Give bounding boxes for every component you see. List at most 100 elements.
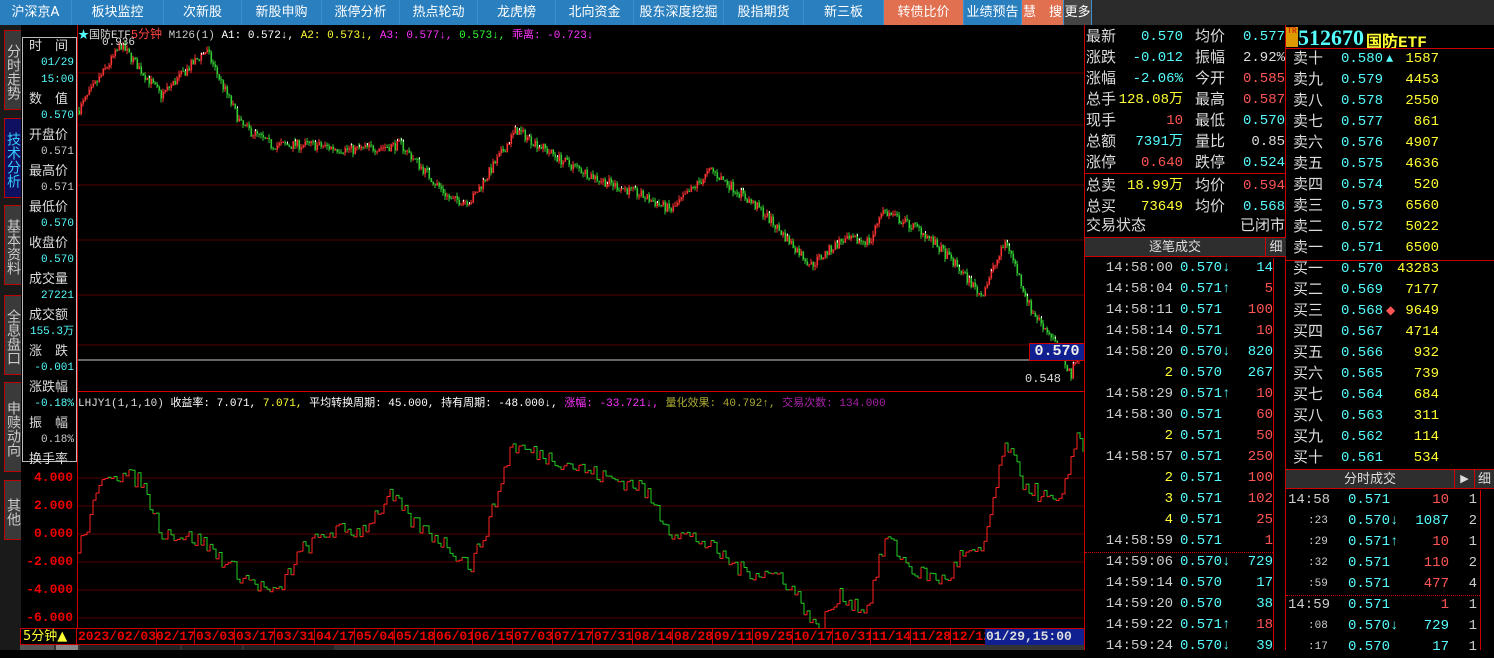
candle xyxy=(341,153,343,154)
indicator-segment xyxy=(669,535,672,539)
book-volume: 114 xyxy=(1414,427,1439,448)
book-price[interactable]: 0.564 xyxy=(1341,385,1383,406)
info-value: 0.570 xyxy=(23,216,76,233)
minute-price: 0.571 xyxy=(1348,574,1390,595)
book-price[interactable]: 0.569 xyxy=(1341,280,1383,301)
tick-scrollbar[interactable] xyxy=(1273,258,1286,650)
indicator-segment xyxy=(555,466,558,467)
candle xyxy=(839,239,841,248)
book-price[interactable]: 0.567 xyxy=(1341,322,1383,343)
book-price[interactable]: 0.571 xyxy=(1341,238,1383,259)
date-tick: 09/25 xyxy=(753,629,793,645)
book-price[interactable]: 0.562 xyxy=(1341,427,1383,448)
book-price[interactable]: 0.574 xyxy=(1341,175,1383,196)
detail-button[interactable]: 细 xyxy=(1474,469,1494,489)
candle xyxy=(131,53,133,62)
left-tab[interactable]: 其他 xyxy=(4,480,21,540)
minute-price: 0.570 xyxy=(1348,637,1390,658)
left-tab[interactable]: 分时走势 xyxy=(4,30,21,110)
book-price[interactable]: 0.577 xyxy=(1341,112,1383,133)
nav-tab[interactable]: 新股申购 xyxy=(242,0,322,25)
nav-tab[interactable]: 转债比价 xyxy=(884,0,964,25)
ma-mark xyxy=(403,140,404,142)
candle xyxy=(311,141,313,143)
candle xyxy=(889,213,891,216)
nav-tab[interactable]: 北向资金 xyxy=(556,0,634,25)
nav-tab[interactable]: 沪深京A xyxy=(0,0,72,25)
indicator-segment xyxy=(342,524,345,533)
candle xyxy=(1035,313,1037,317)
ma-mark xyxy=(925,231,926,233)
candle xyxy=(705,174,707,179)
left-tab[interactable]: 申赎动向 xyxy=(4,382,21,472)
candle xyxy=(439,183,441,187)
candle xyxy=(1039,318,1041,320)
left-tab[interactable]: 全息盘口 xyxy=(4,295,21,375)
book-price[interactable]: 0.561 xyxy=(1341,448,1383,469)
nav-tab[interactable]: 热点轮动 xyxy=(400,0,478,25)
nav-tab[interactable]: 板块监控 xyxy=(72,0,164,25)
book-price[interactable]: 0.576 xyxy=(1341,133,1383,154)
ma-mark xyxy=(607,182,608,184)
period-selector[interactable]: 5分钟▲ xyxy=(20,628,77,645)
book-price[interactable]: 0.563 xyxy=(1341,406,1383,427)
book-price[interactable]: 0.575 xyxy=(1341,154,1383,175)
candle xyxy=(527,137,529,140)
book-price[interactable]: 0.580 xyxy=(1341,49,1383,70)
book-volume: 4907 xyxy=(1405,133,1439,154)
nav-tab[interactable]: 龙虎榜 xyxy=(478,0,556,25)
nav-tab[interactable]: 更多 xyxy=(1064,0,1092,25)
tick-panel-title[interactable]: 逐笔成交 xyxy=(1085,237,1265,257)
chart-canvas[interactable] xyxy=(78,25,1084,628)
book-price[interactable]: 0.570 xyxy=(1341,259,1383,280)
book-price[interactable]: 0.566 xyxy=(1341,343,1383,364)
candle xyxy=(331,147,333,149)
nav-tab[interactable]: 新三板 xyxy=(804,0,884,25)
book-price[interactable]: 0.573 xyxy=(1341,196,1383,217)
tick-volume: 729 xyxy=(1248,552,1273,573)
nav-tab[interactable]: 股指期货 xyxy=(724,0,804,25)
quote-value: 0.585 xyxy=(1243,69,1285,90)
kline-chart[interactable]: ★国防ETF5分钟 M126(1) A1: 0.572↓, A2: 0.573↓… xyxy=(77,25,1085,645)
quote-label: 今开 xyxy=(1195,69,1225,90)
candle xyxy=(655,201,657,206)
indicator-segment xyxy=(486,517,489,536)
book-price[interactable]: 0.568 xyxy=(1341,301,1383,322)
bottom-tab-strip[interactable] xyxy=(20,645,1085,650)
candle xyxy=(459,200,461,205)
book-price[interactable]: 0.572 xyxy=(1341,217,1383,238)
nav-tab[interactable]: 涨停分析 xyxy=(322,0,400,25)
indicator-param: 收益率: 7.071, xyxy=(170,398,256,410)
nav-tab[interactable]: 股东深度挖掘 xyxy=(634,0,724,25)
nav-tab[interactable]: 次新股 xyxy=(164,0,242,25)
minute-scrollbar[interactable] xyxy=(1480,490,1494,650)
indicator-segment xyxy=(483,536,486,540)
nav-tab[interactable]: 业绩预告 xyxy=(964,0,1022,25)
candle xyxy=(363,147,365,148)
quote-label: 最新 xyxy=(1086,27,1116,48)
indicator-segment xyxy=(297,551,300,552)
left-tab[interactable]: 技术分析 xyxy=(4,118,21,198)
candle xyxy=(487,178,489,181)
detail-button[interactable]: 细 xyxy=(1265,237,1286,257)
book-price[interactable]: 0.565 xyxy=(1341,364,1383,385)
minute-time: :32 xyxy=(1308,553,1328,574)
book-price[interactable]: 0.578 xyxy=(1341,91,1383,112)
nav-tab[interactable]: 慧 搜 xyxy=(1022,0,1064,25)
book-price[interactable]: 0.579 xyxy=(1341,70,1383,91)
minute-trades-title[interactable]: 分时成交 xyxy=(1286,469,1454,489)
ma-mark xyxy=(367,143,368,145)
minute-count: 1 xyxy=(1469,490,1477,511)
candle xyxy=(195,58,197,64)
play-arrow-icon[interactable]: ▶ xyxy=(1454,469,1474,489)
candle xyxy=(221,79,223,80)
candle xyxy=(327,145,329,146)
candle xyxy=(517,127,519,134)
candle xyxy=(649,194,651,201)
candle xyxy=(185,71,187,75)
candle xyxy=(631,187,633,188)
left-tab[interactable]: 基本资料 xyxy=(4,205,21,285)
minute-time: 14:59 xyxy=(1288,595,1330,616)
candle xyxy=(713,168,715,172)
info-label: 开盘价 xyxy=(23,127,76,144)
